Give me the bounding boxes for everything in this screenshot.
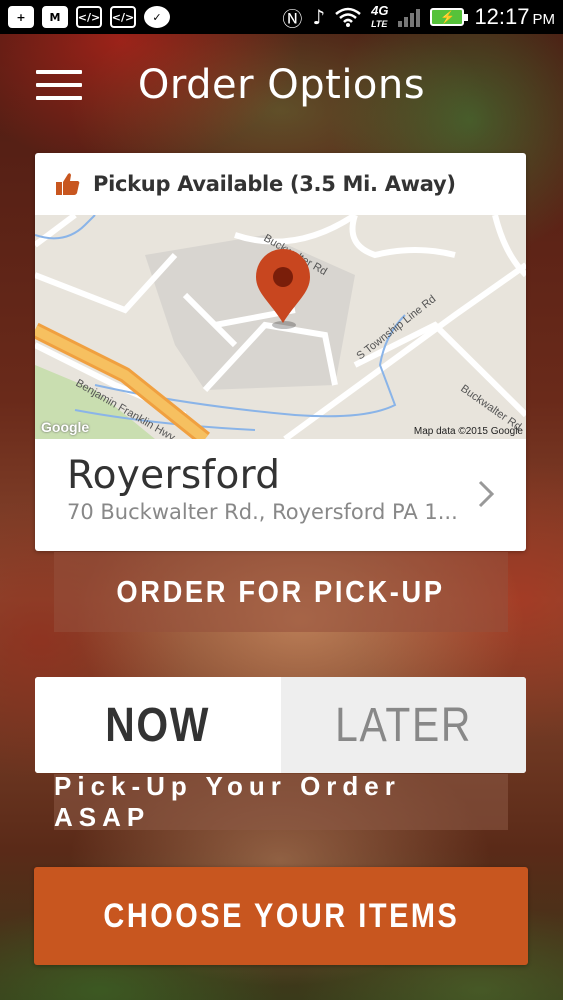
clock: 12:17 PM (474, 4, 555, 29)
map[interactable]: Benjamin Franklin Hwy S Township Line Rd… (35, 215, 526, 439)
later-option[interactable]: LATER (280, 677, 526, 773)
network-indicator: 4G LTE (371, 2, 389, 29)
now-option[interactable]: NOW (35, 677, 281, 773)
location-card: Pickup Available (3.5 Mi. Away) Benjamin… (35, 153, 526, 551)
battery-icon: ⚡ (430, 8, 469, 26)
pickup-availability: Pickup Available (3.5 Mi. Away) (35, 153, 526, 215)
thumbs-up-icon (56, 173, 80, 195)
code-icon: </> (76, 6, 102, 28)
timing-toggle: NOW LATER (35, 677, 526, 773)
google-logo: Google (41, 419, 90, 435)
choose-items-label: CHOOSE YOUR ITEMS (103, 896, 459, 935)
plus-icon: + (8, 6, 34, 28)
app-header: Order Options (0, 34, 563, 138)
check-icon: ✓ (144, 6, 170, 28)
later-label: LATER (334, 698, 472, 752)
choose-items-button[interactable]: CHOOSE YOUR ITEMS (34, 867, 528, 965)
order-type-button[interactable]: ORDER FOR PICK-UP (54, 552, 508, 632)
signal-icon (398, 7, 421, 27)
timing-description-text: Pick-Up Your Order ASAP (54, 771, 401, 832)
page-title: Order Options (137, 62, 426, 108)
location-name: Royersford (67, 453, 281, 498)
timing-description: Pick-Up Your Order ASAP (54, 771, 508, 832)
nfc-icon: Ⓝ (282, 6, 303, 31)
mute-icon: ♪ (312, 5, 326, 29)
status-bar: + M </> </> ✓ Ⓝ ♪ 4G LTE ⚡ 12:17 PM (0, 0, 563, 34)
order-type-label: ORDER FOR PICK-UP (116, 574, 446, 609)
now-label: NOW (105, 698, 211, 752)
wifi-icon (335, 7, 361, 27)
location-selector[interactable]: Royersford 70 Buckwalter Rd., Royersford… (35, 439, 526, 551)
location-address: 70 Buckwalter Rd., Royersford PA 1... (67, 500, 458, 524)
map-credit: Map data ©2015 Google (413, 426, 523, 437)
code-icon: </> (110, 6, 136, 28)
gmail-icon: M (42, 6, 68, 28)
pickup-text: Pickup Available (3.5 Mi. Away) (93, 172, 456, 196)
chevron-right-icon (478, 480, 495, 508)
